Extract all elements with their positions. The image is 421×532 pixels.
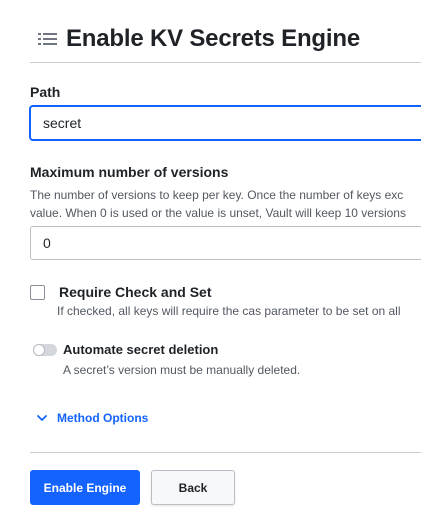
header-divider (30, 62, 421, 63)
max-versions-label: Maximum number of versions (30, 164, 229, 180)
automate-deletion-help: A secret’s version must be manually dele… (63, 363, 301, 377)
max-versions-help-line1: The number of versions to keep per key. … (30, 188, 404, 202)
automate-deletion-label[interactable]: Automate secret deletion (63, 342, 218, 357)
page-title: Enable KV Secrets Engine (66, 25, 360, 52)
actions-divider (30, 452, 421, 453)
list-icon (38, 31, 58, 47)
automate-deletion-toggle[interactable] (33, 344, 57, 356)
max-versions-help-line2: value. When 0 is used or the value is un… (30, 206, 406, 220)
require-cas-label[interactable]: Require Check and Set (59, 284, 212, 300)
enable-engine-button[interactable]: Enable Engine (30, 470, 140, 505)
path-label: Path (30, 84, 61, 100)
back-button[interactable]: Back (151, 470, 235, 505)
chevron-down-icon (36, 412, 48, 424)
page-header: Enable KV Secrets Engine (38, 22, 360, 56)
path-input[interactable] (30, 106, 421, 140)
max-versions-input[interactable] (30, 226, 421, 260)
method-options-toggle[interactable]: Method Options (36, 408, 148, 428)
require-cas-checkbox[interactable] (30, 285, 45, 300)
enable-kv-engine-page: Enable KV Secrets Engine Path Maximum nu… (0, 0, 421, 532)
require-cas-help: If checked, all keys will require the ca… (57, 304, 401, 318)
method-options-label: Method Options (57, 411, 149, 425)
toggle-knob (34, 345, 44, 355)
